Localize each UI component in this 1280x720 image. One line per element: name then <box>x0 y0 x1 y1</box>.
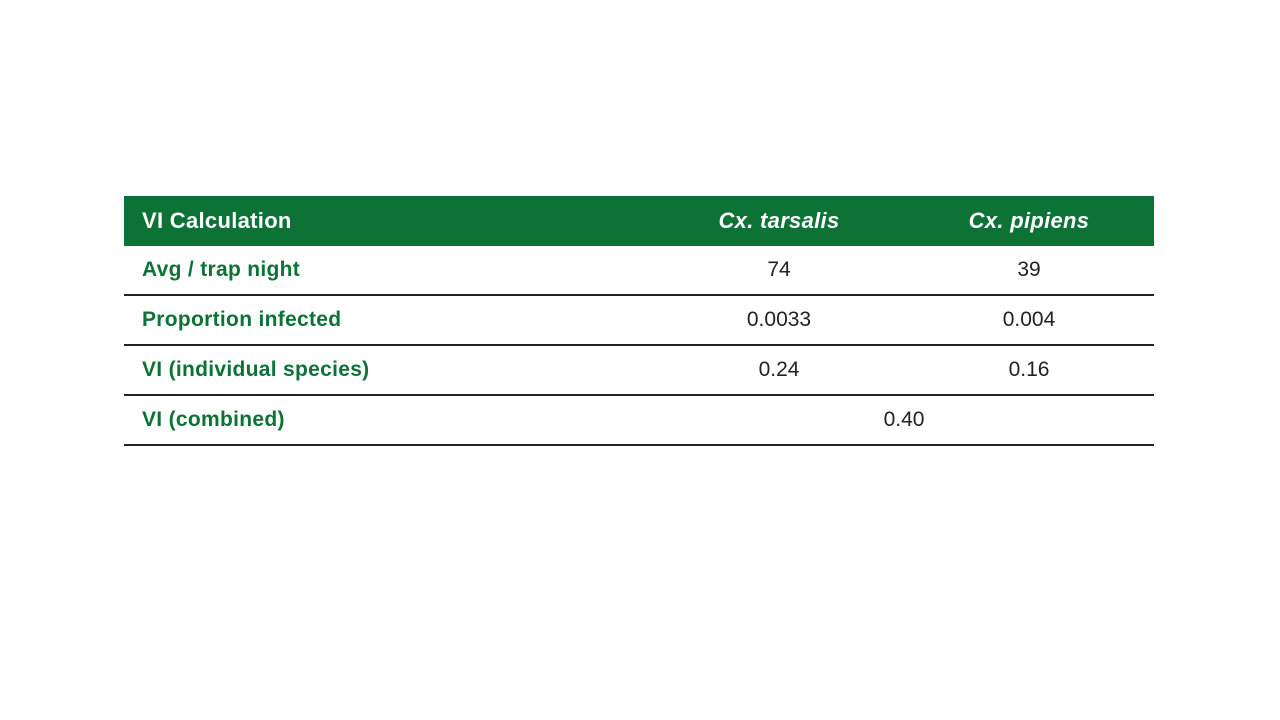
table-header: VI Calculation Cx. tarsalis Cx. pipiens <box>124 196 1154 246</box>
slide: VI Calculation Cx. tarsalis Cx. pipiens … <box>0 0 1280 720</box>
row-val-tarsalis: 74 <box>654 246 904 295</box>
header-label: VI Calculation <box>124 196 654 246</box>
table-row: Proportion infected 0.0033 0.004 <box>124 295 1154 345</box>
table-row: Avg / trap night 74 39 <box>124 246 1154 295</box>
row-val-pipiens: 39 <box>904 246 1154 295</box>
row-val-combined: 0.40 <box>654 395 1154 445</box>
header-col-pipiens: Cx. pipiens <box>904 196 1154 246</box>
row-val-pipiens: 0.16 <box>904 345 1154 395</box>
row-val-tarsalis: 0.24 <box>654 345 904 395</box>
table-row-combined: VI (combined) 0.40 <box>124 395 1154 445</box>
table-row: VI (individual species) 0.24 0.16 <box>124 345 1154 395</box>
row-label: VI (individual species) <box>124 345 654 395</box>
row-val-pipiens: 0.004 <box>904 295 1154 345</box>
row-label: Proportion infected <box>124 295 654 345</box>
table-body: Avg / trap night 74 39 Proportion infect… <box>124 246 1154 445</box>
row-label: VI (combined) <box>124 395 654 445</box>
header-col-tarsalis: Cx. tarsalis <box>654 196 904 246</box>
row-label: Avg / trap night <box>124 246 654 295</box>
row-val-tarsalis: 0.0033 <box>654 295 904 345</box>
vi-table: VI Calculation Cx. tarsalis Cx. pipiens … <box>124 196 1154 446</box>
